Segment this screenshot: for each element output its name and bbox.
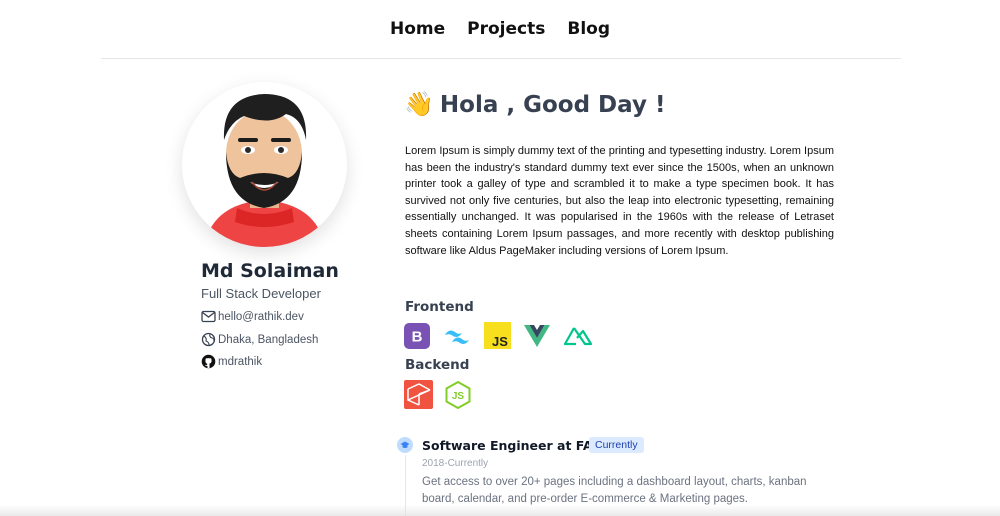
avatar <box>182 82 347 247</box>
profile-location-row: Dhaka, Bangladesh <box>201 332 318 347</box>
tailwind-icon <box>445 330 469 344</box>
wave-icon: 👋 <box>404 91 434 118</box>
top-nav: Home Projects Blog <box>0 0 1000 58</box>
svg-text:JS: JS <box>452 391 465 402</box>
experience-title: Software Engineer at FANG <box>422 438 614 453</box>
frontend-icons: B JS <box>404 322 593 349</box>
frontend-heading: Frontend <box>405 299 474 315</box>
profile-role: Full Stack Developer <box>201 286 321 301</box>
globe-icon <box>201 332 216 347</box>
graduation-cap-icon <box>397 437 413 453</box>
greeting-text: Hola , Good Day ! <box>439 91 666 118</box>
javascript-icon: JS <box>484 322 511 349</box>
profile-name: Md Solaiman <box>201 260 339 282</box>
nav-divider <box>101 58 901 59</box>
svg-text:JS: JS <box>492 334 508 349</box>
bootstrap-icon: B <box>404 322 430 349</box>
mail-icon <box>201 310 216 323</box>
intro-paragraph: Lorem Ipsum is simply dummy text of the … <box>405 145 834 257</box>
nav-blog-link[interactable]: Blog <box>567 19 610 39</box>
nuxt-icon <box>563 326 593 345</box>
laravel-icon <box>404 380 433 409</box>
profile-email-row: hello@rathik.dev <box>201 310 304 323</box>
backend-icons: JS <box>404 380 471 409</box>
nav-projects-link[interactable]: Projects <box>467 19 545 39</box>
profile-github-row: mdrathik <box>201 354 262 369</box>
nodejs-icon: JS <box>445 380 471 409</box>
github-icon <box>201 354 216 369</box>
nav-home-link[interactable]: Home <box>390 19 445 39</box>
experience-description: Get access to over 20+ pages including a… <box>422 476 807 505</box>
experience-date: 2018-Currently <box>422 458 489 469</box>
backend-heading: Backend <box>405 357 470 373</box>
svg-text:B: B <box>412 328 423 345</box>
bottom-fade <box>0 505 1000 516</box>
profile-location: Dhaka, Bangladesh <box>218 333 319 346</box>
status-badge: Currently <box>589 437 644 453</box>
profile-email[interactable]: hello@rathik.dev <box>218 311 304 323</box>
greeting-heading: 👋 Hola , Good Day ! <box>404 90 665 119</box>
profile-github[interactable]: mdrathik <box>218 356 262 368</box>
vue-icon <box>524 324 550 347</box>
